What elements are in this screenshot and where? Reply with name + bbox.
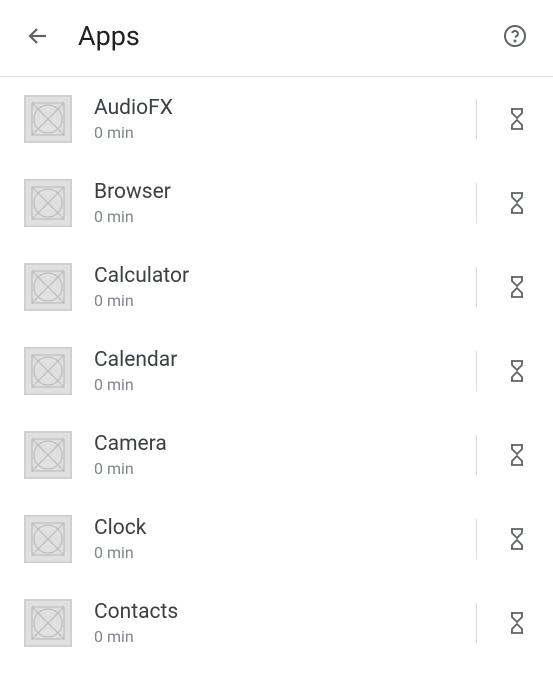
timer-button[interactable] xyxy=(505,191,529,215)
app-icon-placeholder xyxy=(24,95,72,143)
app-row-calendar[interactable]: Calendar 0 min xyxy=(0,329,553,413)
app-icon-placeholder xyxy=(24,263,72,311)
timer-button[interactable] xyxy=(505,611,529,635)
timer-button[interactable] xyxy=(505,359,529,383)
arrow-back-icon xyxy=(26,24,50,48)
hourglass-icon xyxy=(507,191,527,215)
app-row-clock[interactable]: Clock 0 min xyxy=(0,497,553,581)
app-row-contacts[interactable]: Contacts 0 min xyxy=(0,581,553,665)
row-divider xyxy=(476,351,477,391)
help-icon xyxy=(503,24,527,48)
hourglass-icon xyxy=(507,275,527,299)
row-divider xyxy=(476,183,477,223)
app-row-calculator[interactable]: Calculator 0 min xyxy=(0,245,553,329)
app-usage: 0 min xyxy=(94,207,476,226)
app-name: Clock xyxy=(94,516,476,541)
app-usage: 0 min xyxy=(94,375,476,394)
app-icon-placeholder xyxy=(24,347,72,395)
app-info: AudioFX 0 min xyxy=(94,96,476,142)
app-info: Contacts 0 min xyxy=(94,600,476,646)
timer-button[interactable] xyxy=(505,107,529,131)
app-row-audiofx[interactable]: AudioFX 0 min xyxy=(0,77,553,161)
hourglass-icon xyxy=(507,611,527,635)
back-button[interactable] xyxy=(24,22,52,50)
app-icon-placeholder xyxy=(24,515,72,563)
row-divider xyxy=(476,267,477,307)
app-usage: 0 min xyxy=(94,543,476,562)
hourglass-icon xyxy=(507,107,527,131)
row-divider xyxy=(476,603,477,643)
app-info: Clock 0 min xyxy=(94,516,476,562)
app-usage: 0 min xyxy=(94,291,476,310)
app-usage: 0 min xyxy=(94,627,476,646)
row-divider xyxy=(476,519,477,559)
hourglass-icon xyxy=(507,527,527,551)
app-list: AudioFX 0 min Browser 0 min xyxy=(0,77,553,665)
app-icon-placeholder xyxy=(24,599,72,647)
app-name: Contacts xyxy=(94,600,476,625)
app-icon-placeholder xyxy=(24,431,72,479)
placeholder-icon xyxy=(30,437,66,473)
placeholder-icon xyxy=(30,185,66,221)
row-divider xyxy=(476,99,477,139)
row-divider xyxy=(476,435,477,475)
placeholder-icon xyxy=(30,605,66,641)
app-row-camera[interactable]: Camera 0 min xyxy=(0,413,553,497)
app-name: Browser xyxy=(94,180,476,205)
hourglass-icon xyxy=(507,443,527,467)
app-info: Calculator 0 min xyxy=(94,264,476,310)
app-row-browser[interactable]: Browser 0 min xyxy=(0,161,553,245)
timer-button[interactable] xyxy=(505,527,529,551)
app-info: Browser 0 min xyxy=(94,180,476,226)
page-title: Apps xyxy=(78,20,501,52)
app-name: Camera xyxy=(94,432,476,457)
placeholder-icon xyxy=(30,269,66,305)
app-info: Camera 0 min xyxy=(94,432,476,478)
app-name: AudioFX xyxy=(94,96,476,121)
app-info: Calendar 0 min xyxy=(94,348,476,394)
help-button[interactable] xyxy=(501,22,529,50)
app-usage: 0 min xyxy=(94,459,476,478)
app-usage: 0 min xyxy=(94,123,476,142)
timer-button[interactable] xyxy=(505,275,529,299)
app-name: Calculator xyxy=(94,264,476,289)
app-icon-placeholder xyxy=(24,179,72,227)
hourglass-icon xyxy=(507,359,527,383)
placeholder-icon xyxy=(30,101,66,137)
placeholder-icon xyxy=(30,521,66,557)
app-name: Calendar xyxy=(94,348,476,373)
header: Apps xyxy=(0,0,553,77)
timer-button[interactable] xyxy=(505,443,529,467)
placeholder-icon xyxy=(30,353,66,389)
